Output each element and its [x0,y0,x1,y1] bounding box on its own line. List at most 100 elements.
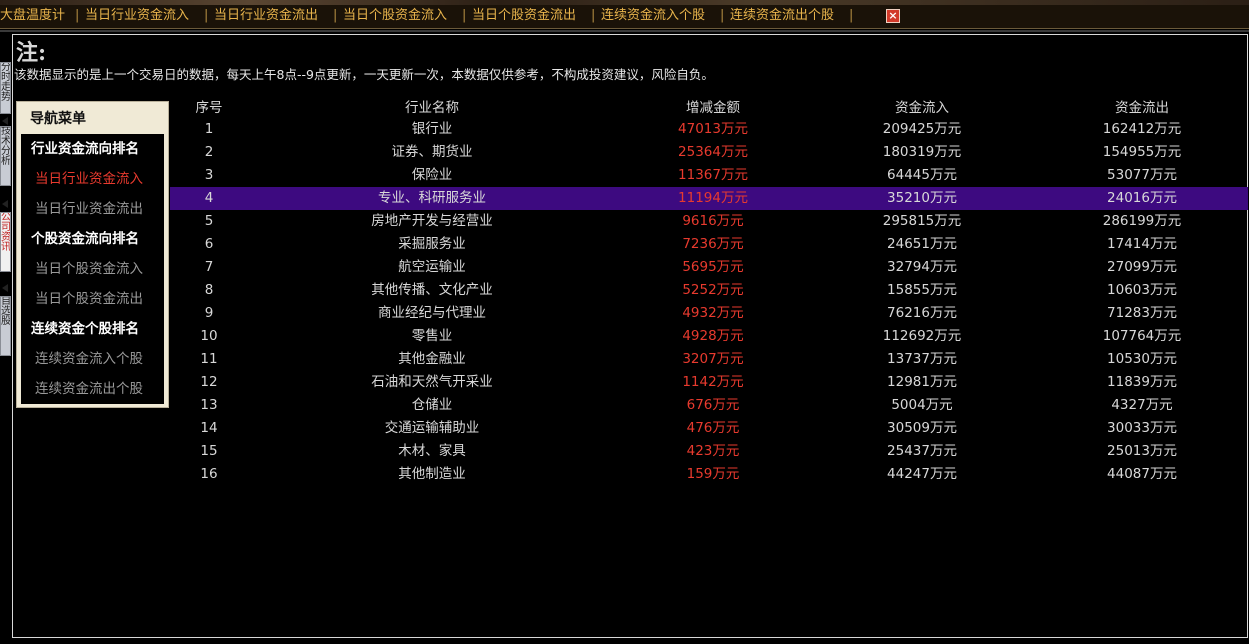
cell-net-change: 3207万元 [682,351,744,367]
note-title: 注: [16,40,47,66]
table-row[interactable]: 4 专业、科研服务业 11194万元 35210万元 24016万元 [170,187,1248,210]
side-tab-label: 技术分析 [1,126,11,167]
cell-net-change: 423万元 [686,443,740,459]
cell-index: 9 [204,305,214,321]
toolbar-link-industry-inflow[interactable]: 当日行业资金流入 [85,8,189,24]
cell-outflow: 154955万元 [1102,144,1182,160]
cell-index: 15 [200,443,218,459]
header-inflow[interactable]: 资金流入 [895,97,949,120]
table-row[interactable]: 11 其他金融业 3207万元 13737万元 10530万元 [170,348,1248,371]
nav-link[interactable]: 连续资金流入个股 [21,344,164,374]
cell-inflow: 24651万元 [887,236,957,252]
arrow-left-icon [2,117,8,125]
side-tab-watchlist[interactable]: 自选股 [0,296,11,356]
cell-net-change: 5252万元 [682,282,744,298]
table-row[interactable]: 12 石油和天然气开采业 1142万元 12981万元 11839万元 [170,371,1248,394]
cell-index: 16 [200,466,218,482]
toolbar-link-industry-outflow[interactable]: 当日行业资金流出 [214,8,318,24]
cell-inflow: 44247万元 [887,466,957,482]
table-row[interactable]: 7 航空运输业 5695万元 32794万元 27099万元 [170,256,1248,279]
cell-industry: 采掘服务业 [398,236,466,252]
cell-outflow: 162412万元 [1102,121,1182,137]
cell-inflow: 5004万元 [891,397,953,413]
close-icon[interactable]: × [886,9,900,23]
cell-industry: 房地产开发与经营业 [371,213,493,229]
cell-net-change: 676万元 [686,397,740,413]
nav-link[interactable]: 当日个股资金流出 [21,284,164,314]
cell-outflow: 107764万元 [1102,328,1182,344]
table-row[interactable]: 5 房地产开发与经营业 9616万元 295815万元 286199万元 [170,210,1248,233]
nav-link[interactable]: 连续资金流出个股 [21,374,164,404]
cell-index: 2 [204,144,214,160]
cell-index: 3 [204,167,214,183]
frame-divider [0,30,1249,32]
side-tab-company-news[interactable]: 公司资讯 [0,212,11,272]
toolbar-link-continuous-outflow[interactable]: 连续资金流出个股 [730,8,834,24]
toolbar-separator: | [204,8,209,23]
cell-industry: 其他传播、文化产业 [371,282,493,298]
cell-outflow: 4327万元 [1111,397,1173,413]
header-industry[interactable]: 行业名称 [405,97,459,120]
cell-inflow: 76216万元 [887,305,957,321]
toolbar-link-stock-outflow[interactable]: 当日个股资金流出 [472,8,576,24]
nav-link[interactable]: 当日个股资金流入 [21,254,164,284]
cell-outflow: 286199万元 [1102,213,1182,229]
toolbar-separator: | [333,8,338,23]
table-row[interactable]: 2 证券、期货业 25364万元 180319万元 154955万元 [170,141,1248,164]
cell-index: 14 [200,420,218,436]
header-index[interactable]: 序号 [196,97,223,120]
cell-index: 5 [204,213,214,229]
cell-industry: 银行业 [411,121,453,137]
nav-link[interactable]: 当日行业资金流出 [21,194,164,224]
toolbar-separator: | [720,8,725,23]
cell-outflow: 71283万元 [1107,305,1177,321]
cell-net-change: 11194万元 [678,190,748,206]
cell-net-change: 4932万元 [682,305,744,321]
nav-category: 个股资金流向排名 [31,231,139,247]
cell-index: 8 [204,282,214,298]
cell-inflow: 180319万元 [882,144,962,160]
table-row[interactable]: 15 木材、家具 423万元 25437万元 25013万元 [170,440,1248,463]
table-header-row: 序号 行业名称 增减金额 资金流入 资金流出 [170,97,1248,120]
side-tab-strip: 分时走势 技术分析 公司资讯 自选股 [0,34,11,644]
table-row[interactable]: 16 其他制造业 159万元 44247万元 44087万元 [170,463,1248,486]
cell-inflow: 32794万元 [887,259,957,275]
side-tab-technical[interactable]: 技术分析 [0,126,11,186]
cell-outflow: 30033万元 [1107,420,1177,436]
table-row[interactable]: 9 商业经纪与代理业 4932万元 76216万元 71283万元 [170,302,1248,325]
header-net-change[interactable]: 增减金额 [686,97,740,120]
cell-index: 6 [204,236,214,252]
toolbar-link-continuous-inflow[interactable]: 连续资金流入个股 [601,8,705,24]
cell-industry: 其他金融业 [398,351,466,367]
cell-industry: 木材、家具 [398,443,466,459]
toolbar-separator: | [462,8,467,23]
cell-inflow: 25437万元 [887,443,957,459]
toolbar-link-stock-inflow[interactable]: 当日个股资金流入 [343,8,447,24]
toolbar-separator: | [75,8,80,23]
cell-index: 4 [204,190,214,206]
table-row[interactable]: 6 采掘服务业 7236万元 24651万元 17414万元 [170,233,1248,256]
nav-menu-title: 导航菜单 [30,111,86,127]
cell-industry: 仓储业 [411,397,453,413]
side-tab-intraday[interactable]: 分时走势 [0,62,11,114]
nav-link[interactable]: 当日行业资金流入 [21,164,164,194]
cell-index: 10 [200,328,218,344]
cell-net-change: 4928万元 [682,328,744,344]
table-row[interactable]: 14 交通运输辅助业 476万元 30509万元 30033万元 [170,417,1248,440]
header-outflow[interactable]: 资金流出 [1115,97,1169,120]
cell-industry: 其他制造业 [398,466,466,482]
table-row[interactable]: 8 其他传播、文化产业 5252万元 15855万元 10603万元 [170,279,1248,302]
toolbar-link-market-thermometer[interactable]: 大盘温度计 [0,8,65,24]
top-toolbar: 大盘温度计 | 当日行业资金流入 | 当日行业资金流出 | 当日个股资金流入 |… [0,5,1249,29]
cell-net-change: 1142万元 [682,374,744,390]
cell-industry: 证券、期货业 [391,144,473,160]
side-tab-label: 公司资讯 [1,212,11,253]
table-row[interactable]: 10 零售业 4928万元 112692万元 107764万元 [170,325,1248,348]
table-row[interactable]: 3 保险业 11367万元 64445万元 53077万元 [170,164,1248,187]
cell-industry: 航空运输业 [398,259,466,275]
table-row[interactable]: 13 仓储业 676万元 5004万元 4327万元 [170,394,1248,417]
table-row[interactable]: 1 银行业 47013万元 209425万元 162412万元 [170,118,1248,141]
cell-net-change: 9616万元 [682,213,744,229]
cell-inflow: 15855万元 [887,282,957,298]
cell-inflow: 112692万元 [882,328,962,344]
